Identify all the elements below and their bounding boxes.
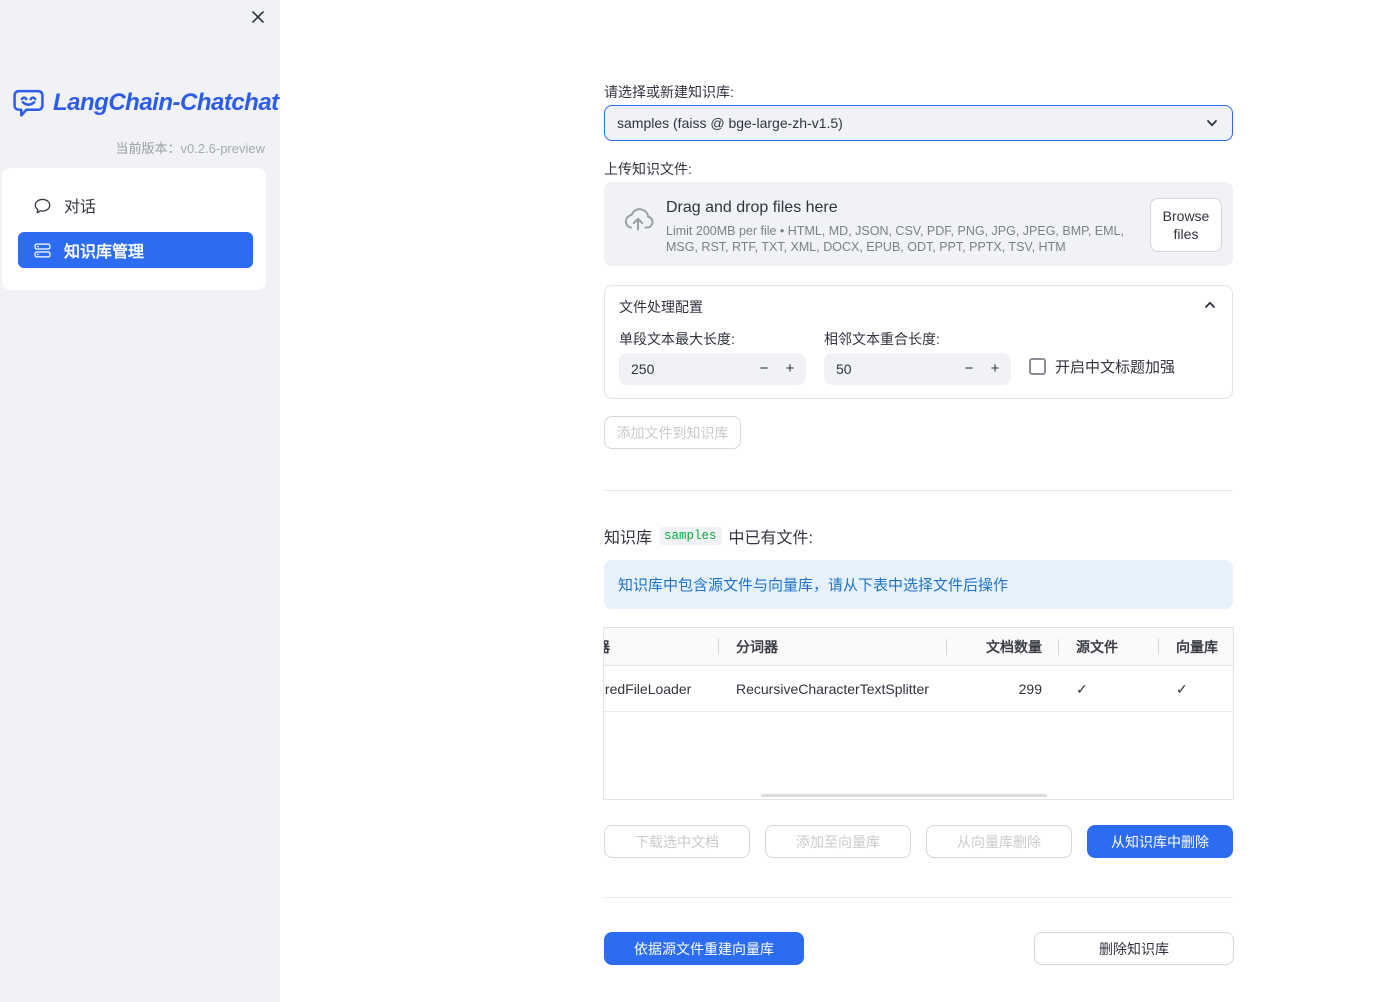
chevron-down-icon — [1204, 115, 1220, 131]
close-icon — [250, 9, 266, 25]
kb-select-value: samples (faiss @ bge-large-zh-v1.5) — [617, 115, 843, 131]
cell-doc-count[interactable]: 299 — [946, 667, 1058, 711]
dropzone-title: Drag and drop files here — [666, 199, 838, 216]
chunk-overlap-label: 相邻文本重合长度: — [824, 331, 940, 347]
checkbox-unchecked-icon[interactable] — [1029, 358, 1046, 375]
sidebar-close-button[interactable] — [248, 7, 268, 27]
delete-kb-button[interactable]: 删除知识库 — [1034, 932, 1234, 965]
chunk-size-value[interactable]: 250 — [631, 353, 654, 385]
cell-loader[interactable]: UnstructuredFileLoader — [604, 667, 718, 711]
kb-files-table[interactable]: 文档加载器 分词器 文档数量 源文件 向量库 UnstructuredFileL… — [603, 627, 1234, 800]
rebuild-vector-store-button[interactable]: 依据源文件重建向量库 — [604, 932, 804, 965]
version-value: v0.2.6-preview — [180, 141, 265, 156]
delete-from-kb-button[interactable]: 从知识库中删除 — [1087, 825, 1233, 858]
kb-stack-icon — [34, 242, 51, 259]
kb-select-dropdown[interactable]: samples (faiss @ bge-large-zh-v1.5) — [604, 105, 1233, 141]
decrement-button[interactable]: − — [752, 353, 776, 385]
table-header-splitter[interactable]: 分词器 — [718, 628, 946, 665]
table-header-loader-clipped[interactable]: 文档加载器 — [604, 628, 718, 665]
file-dropzone[interactable]: Drag and drop files here Limit 200MB per… — [604, 182, 1233, 266]
chevron-up-icon[interactable] — [1202, 297, 1218, 313]
chunk-size-label: 单段文本最大长度: — [619, 331, 735, 347]
sidebar: LangChain-Chatchat 当前版本：v0.2.6-preview 对… — [0, 0, 280, 1002]
sidebar-item-knowledge-base[interactable]: 知识库管理 — [18, 232, 253, 268]
sidebar-menu: 对话 知识库管理 — [2, 168, 266, 290]
table-header-row: 文档加载器 分词器 文档数量 源文件 向量库 — [604, 628, 1233, 666]
cell-source-file-check[interactable]: ✓ — [1058, 667, 1158, 711]
zh-title-enhance-label: 开启中文标题加强 — [1055, 359, 1176, 376]
info-banner-text: 知识库中包含源文件与向量库，请从下表中选择文件后操作 — [618, 577, 1009, 594]
info-banner: 知识库中包含源文件与向量库，请从下表中选择文件后操作 — [604, 560, 1233, 609]
horizontal-scrollbar[interactable] — [761, 794, 1047, 797]
table-header-vector-store[interactable]: 向量库 — [1158, 628, 1233, 665]
chatchat-logo-icon — [12, 86, 45, 119]
app-logo: LangChain-Chatchat — [12, 86, 279, 119]
kb-heading-prefix: 知识库 — [604, 530, 653, 547]
chunk-overlap-input[interactable]: 50 − + — [824, 353, 1011, 385]
sidebar-item-label: 对话 — [64, 199, 97, 216]
cloud-upload-icon — [621, 204, 655, 238]
increment-button[interactable]: + — [983, 353, 1007, 385]
table-row[interactable]: UnstructuredFileLoader RecursiveCharacte… — [604, 667, 1233, 712]
increment-button[interactable]: + — [778, 353, 802, 385]
langchain-chatchat-app: LangChain-Chatchat 当前版本：v0.2.6-preview 对… — [0, 0, 1380, 1002]
sidebar-item-dialogue[interactable]: 对话 — [18, 187, 253, 223]
delete-from-vector-store-button[interactable]: 从向量库删除 — [926, 825, 1072, 858]
cell-splitter[interactable]: RecursiveCharacterTextSplitter — [718, 667, 946, 711]
version-label: 当前版本： — [115, 141, 181, 156]
chunk-overlap-value[interactable]: 50 — [836, 353, 852, 385]
kb-select-label: 请选择或新建知识库: — [604, 84, 734, 100]
chunk-size-input[interactable]: 250 − + — [619, 353, 806, 385]
sidebar-item-label: 知识库管理 — [64, 244, 145, 261]
expander-title[interactable]: 文件处理配置 — [619, 297, 703, 317]
chat-bubble-icon — [34, 197, 51, 214]
kb-files-heading: 知识库 samples 中已有文件: — [604, 524, 813, 548]
table-header-doc-count[interactable]: 文档数量 — [946, 628, 1058, 665]
kb-name-code: samples — [659, 527, 722, 545]
cell-vector-store-check[interactable]: ✓ — [1158, 667, 1233, 711]
version-info: 当前版本：v0.2.6-preview — [115, 138, 265, 157]
add-to-vector-store-button[interactable]: 添加至向量库 — [765, 825, 911, 858]
divider — [604, 897, 1233, 898]
add-files-to-kb-button[interactable]: 添加文件到知识库 — [604, 416, 741, 449]
upload-label: 上传知识文件: — [604, 161, 692, 177]
decrement-button[interactable]: − — [957, 353, 981, 385]
kb-heading-suffix: 中已有文件: — [728, 530, 813, 547]
file-config-expander: 文件处理配置 单段文本最大长度: 相邻文本重合长度: 250 − + 50 − … — [604, 285, 1233, 399]
download-selected-docs-button[interactable]: 下载选中文档 — [604, 825, 750, 858]
divider — [604, 490, 1233, 491]
browse-files-button[interactable]: Browse files — [1150, 198, 1222, 252]
dropzone-limit-text: Limit 200MB per file • HTML, MD, JSON, C… — [666, 224, 1124, 254]
app-title: LangChain-Chatchat — [53, 88, 279, 116]
zh-title-enhance-checkbox-row[interactable]: 开启中文标题加强 — [1029, 356, 1175, 377]
table-header-source-file[interactable]: 源文件 — [1058, 628, 1158, 665]
